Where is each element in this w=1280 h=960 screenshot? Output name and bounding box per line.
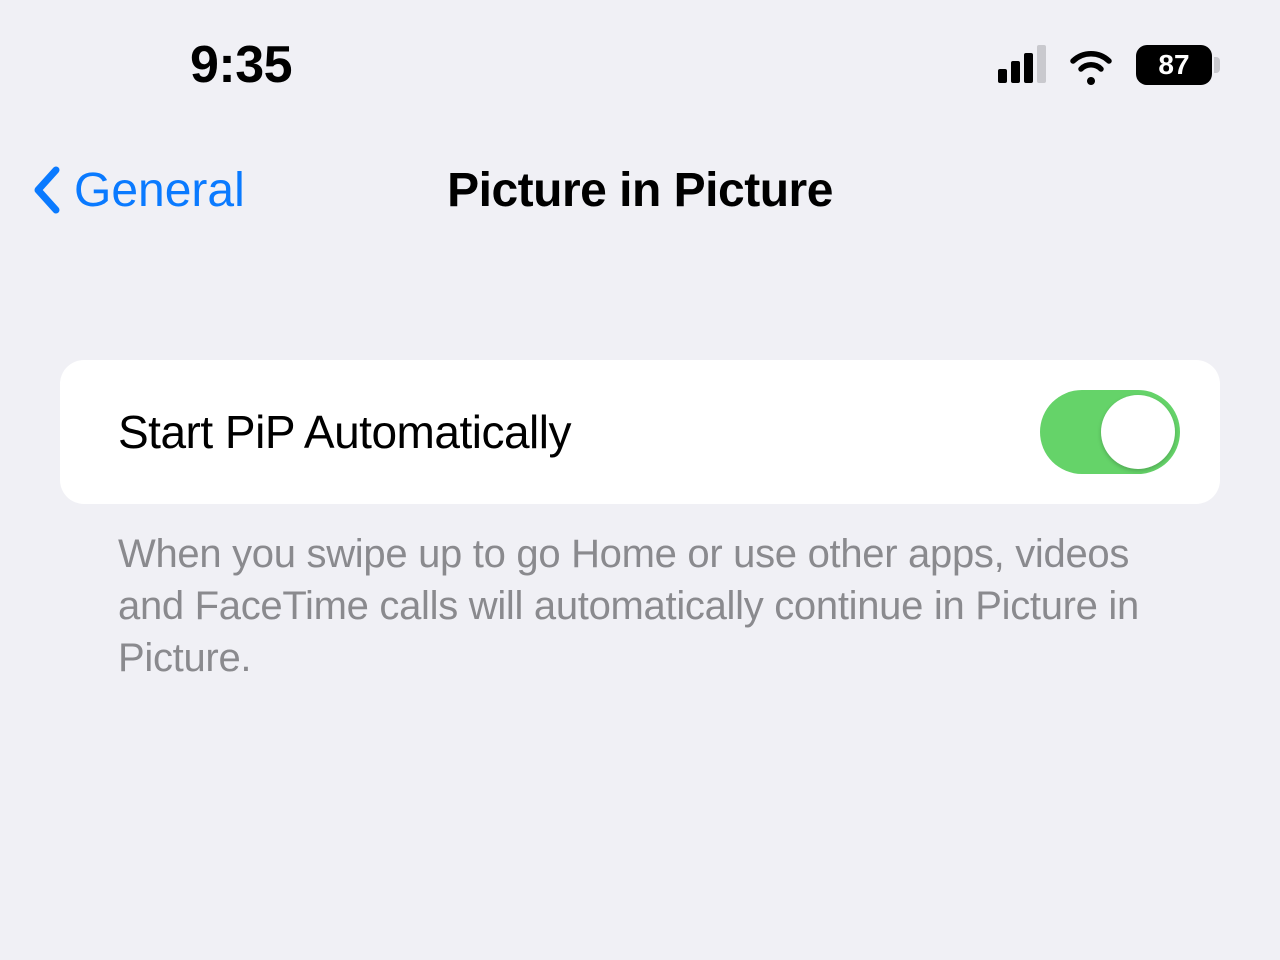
- cellular-signal-icon: [998, 47, 1046, 83]
- battery-indicator: 87: [1136, 45, 1220, 85]
- back-button[interactable]: General: [30, 163, 245, 218]
- status-indicators: 87: [998, 45, 1220, 85]
- chevron-left-icon: [30, 166, 64, 214]
- navigation-bar: General Picture in Picture: [0, 130, 1280, 250]
- toggle-knob: [1101, 395, 1175, 469]
- setting-footer-text: When you swipe up to go Home or use othe…: [60, 504, 1220, 684]
- battery-percentage: 87: [1158, 49, 1189, 81]
- setting-label: Start PiP Automatically: [118, 405, 571, 459]
- status-time: 9:35: [60, 35, 292, 95]
- setting-row-start-pip: Start PiP Automatically: [60, 360, 1220, 504]
- status-bar: 9:35 87: [0, 0, 1280, 130]
- page-title: Picture in Picture: [447, 163, 833, 218]
- start-pip-toggle[interactable]: [1040, 390, 1180, 474]
- wifi-icon: [1066, 45, 1116, 85]
- back-button-label: General: [74, 163, 245, 218]
- settings-section: Start PiP Automatically When you swipe u…: [0, 360, 1280, 684]
